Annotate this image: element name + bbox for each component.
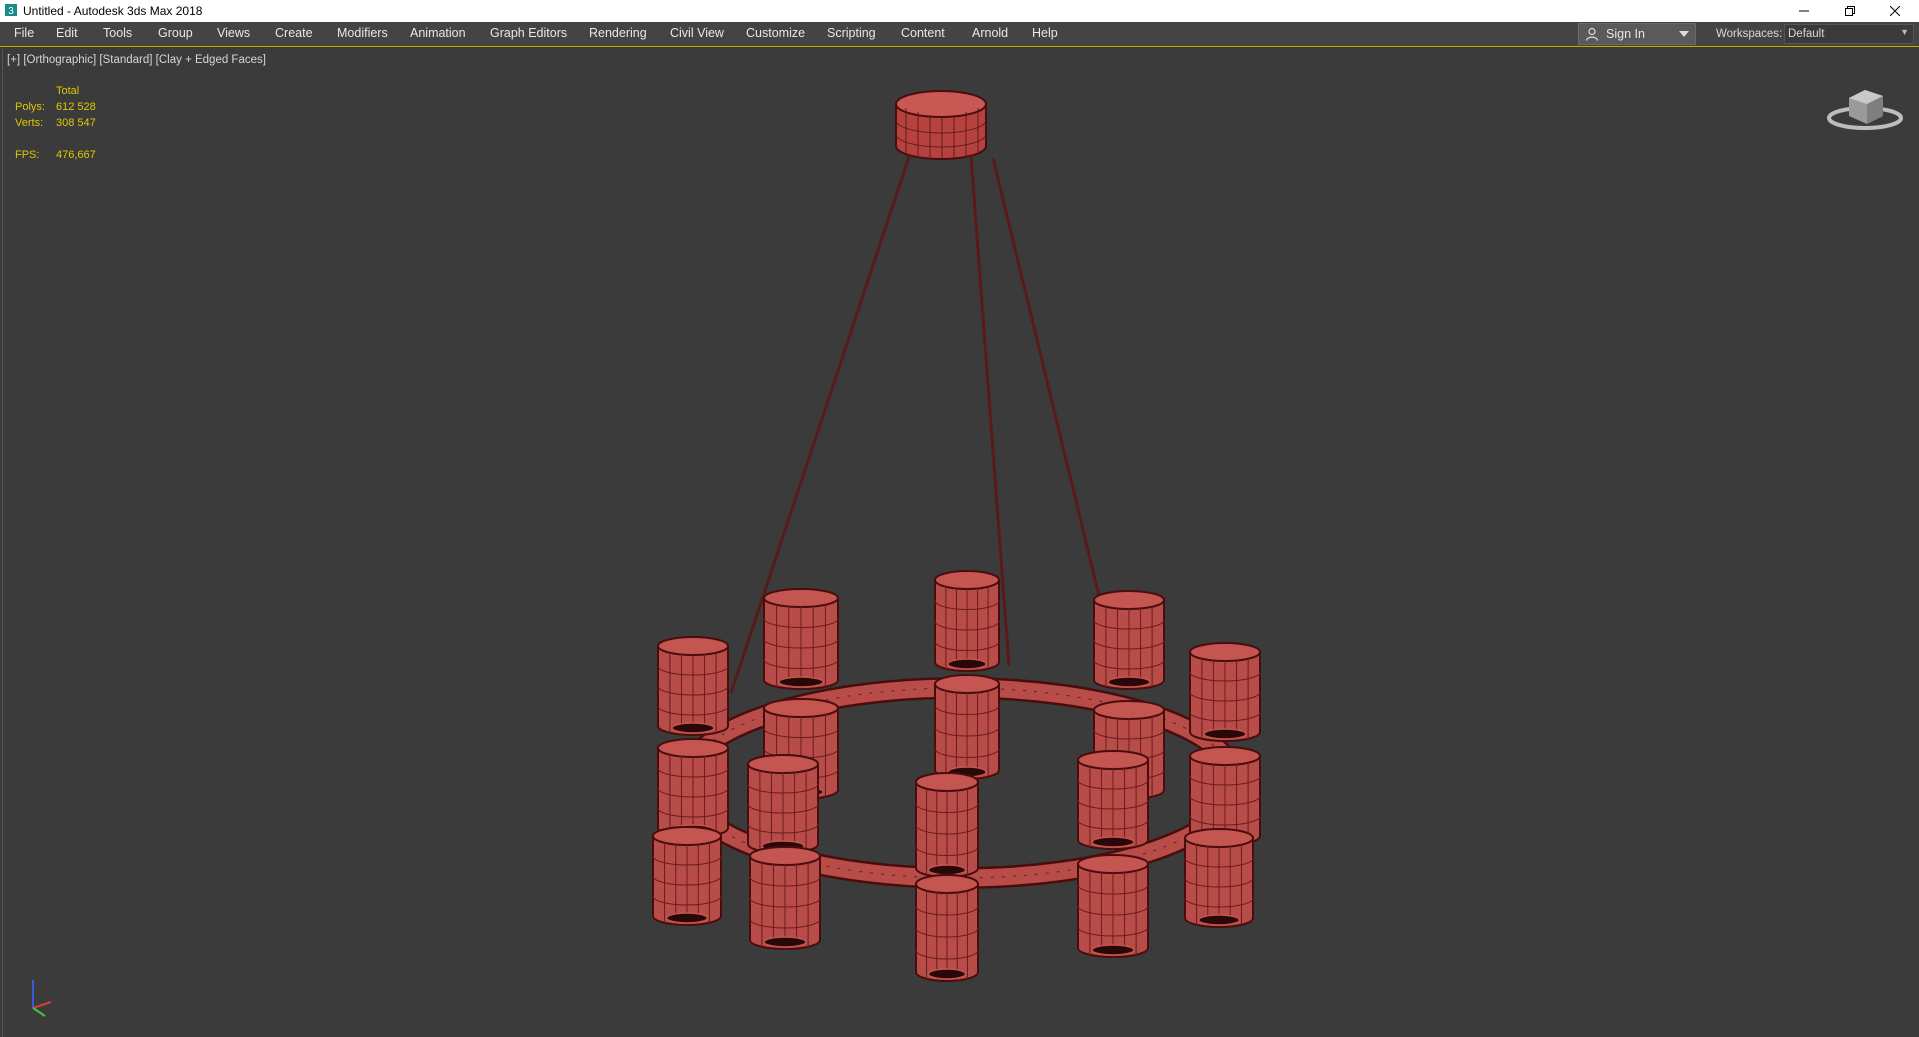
menu-views[interactable]: Views (217, 26, 250, 40)
lamp-shade-front-5 (1184, 828, 1254, 928)
sign-in-button[interactable]: Sign In (1578, 23, 1696, 45)
person-icon (1585, 27, 1599, 41)
svg-text:3: 3 (8, 6, 14, 17)
workspaces-value: Default (1788, 28, 1825, 40)
restore-button[interactable] (1828, 0, 1872, 22)
lamp-shade-back-2 (763, 588, 839, 690)
lamp-shade-mid-6 (747, 754, 819, 854)
menu-tools[interactable]: Tools (103, 26, 132, 40)
lamp-shade-back-3 (934, 570, 1000, 672)
canopy (895, 90, 987, 160)
viewport-orthographic[interactable]: [+] [Orthographic] [Standard] [Clay + Ed… (2, 48, 1919, 1037)
menu-file[interactable]: File (14, 26, 34, 40)
close-icon (1890, 6, 1900, 16)
minimize-button[interactable] (1782, 0, 1826, 22)
menu-edit[interactable]: Edit (56, 26, 78, 40)
lamp-shade-back-5 (1189, 642, 1261, 742)
lamp-shade-mid-2 (934, 674, 1000, 780)
title-bar: 3 Untitled - Autodesk 3ds Max 2018 (0, 0, 1919, 22)
menu-customize[interactable]: Customize (746, 26, 805, 40)
lamp-shade-back-1 (657, 636, 729, 736)
3dsmax-app-icon: 3 (5, 4, 17, 17)
lamp-shade-front-2 (749, 846, 821, 950)
restore-icon (1845, 6, 1855, 16)
menu-group[interactable]: Group (158, 26, 193, 40)
sign-in-label: Sign In (1606, 27, 1645, 41)
menu-content[interactable]: Content (901, 26, 945, 40)
workspaces-select[interactable]: Default ▼ (1784, 24, 1914, 44)
lamp-shade-mid-7 (1077, 750, 1149, 850)
menu-civil-view[interactable]: Civil View (670, 26, 724, 40)
chandelier-model[interactable] (3, 48, 1918, 1037)
window-title: Untitled - Autodesk 3ds Max 2018 (23, 4, 203, 18)
menu-create[interactable]: Create (275, 26, 313, 40)
menu-graph-editors[interactable]: Graph Editors (490, 26, 567, 40)
workspaces-label: Workspaces: (1716, 28, 1783, 40)
lamp-shades (652, 570, 1261, 982)
menu-animation[interactable]: Animation (410, 26, 466, 40)
lamp-shade-back-4 (1093, 590, 1165, 690)
lamp-shade-mid-4 (657, 738, 729, 838)
minimize-icon (1799, 10, 1809, 12)
lamp-shade-mid-8 (915, 772, 979, 878)
lamp-shade-front-1 (652, 826, 722, 926)
menu-help[interactable]: Help (1032, 26, 1058, 40)
menu-scripting[interactable]: Scripting (827, 26, 876, 40)
chevron-down-icon: ▼ (1900, 27, 1909, 37)
axis-tripod-icon (32, 980, 52, 1017)
lamp-shade-front-4 (1077, 854, 1149, 958)
dropdown-arrow-icon (1679, 31, 1689, 37)
menu-rendering[interactable]: Rendering (589, 26, 647, 40)
menu-arnold[interactable]: Arnold (972, 26, 1008, 40)
close-button[interactable] (1873, 0, 1917, 22)
menu-modifiers[interactable]: Modifiers (337, 26, 388, 40)
lamp-shade-front-3 (915, 874, 979, 982)
